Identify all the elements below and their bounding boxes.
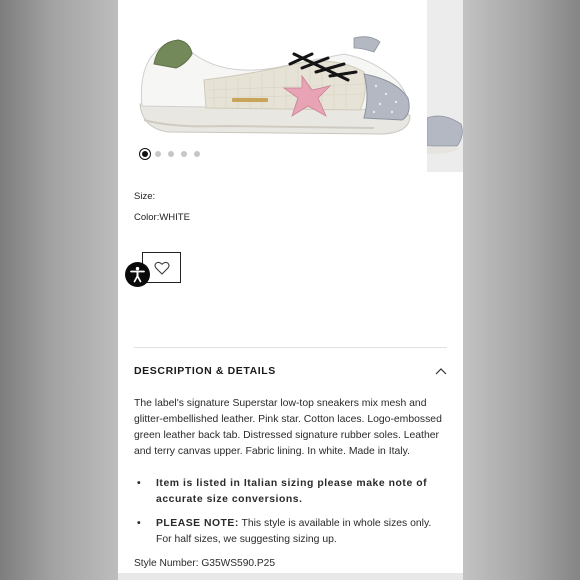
details-title: DESCRIPTION & DETAILS: [134, 365, 276, 377]
details-accordion-header[interactable]: DESCRIPTION & DETAILS: [134, 364, 447, 378]
gallery-dot[interactable]: [181, 151, 187, 157]
sizing-note-text: Item is listed in Italian sizing please …: [156, 478, 428, 505]
bottom-bar: [118, 573, 463, 580]
next-image-thumbnail[interactable]: [426, 0, 463, 172]
accessibility-icon: [130, 266, 145, 283]
half-size-note-item: • PLEASE NOTE: This style is available i…: [134, 516, 446, 548]
product-description: The label's signature Superstar low-top …: [134, 398, 442, 457]
gallery-dot[interactable]: [194, 151, 200, 157]
color-row: Color:WHITE: [134, 212, 190, 223]
bullet-mark: •: [137, 518, 141, 529]
please-note-label: PLEASE NOTE:: [156, 518, 239, 529]
sneaker-image: [139, 36, 411, 135]
sneaker-thumbnail-image: [426, 115, 463, 154]
backdrop-left: [0, 0, 118, 580]
color-value: WHITE: [159, 212, 190, 223]
gallery-dot-active[interactable]: [142, 151, 148, 157]
product-image-gallery[interactable]: [118, 0, 463, 172]
section-divider: [134, 347, 447, 348]
product-page: Size: Color:WHITE DESCRIPTION & DETAILS …: [118, 0, 463, 580]
style-number: Style Number: G35WS590.P25: [134, 558, 275, 569]
accessibility-button[interactable]: [125, 262, 150, 287]
chevron-up-icon[interactable]: [435, 367, 447, 375]
gallery-dot[interactable]: [168, 151, 174, 157]
heart-icon: [154, 261, 169, 275]
color-label: Color:: [134, 212, 160, 223]
size-label: Size:: [134, 191, 156, 202]
sizing-note-item: • Item is listed in Italian sizing pleas…: [134, 476, 446, 508]
backdrop-right: [463, 0, 580, 580]
gallery-dot[interactable]: [155, 151, 161, 157]
bullet-mark: •: [137, 478, 142, 489]
gallery-pagination: [142, 151, 200, 157]
details-bullet-list: • Item is listed in Italian sizing pleas…: [134, 476, 446, 548]
